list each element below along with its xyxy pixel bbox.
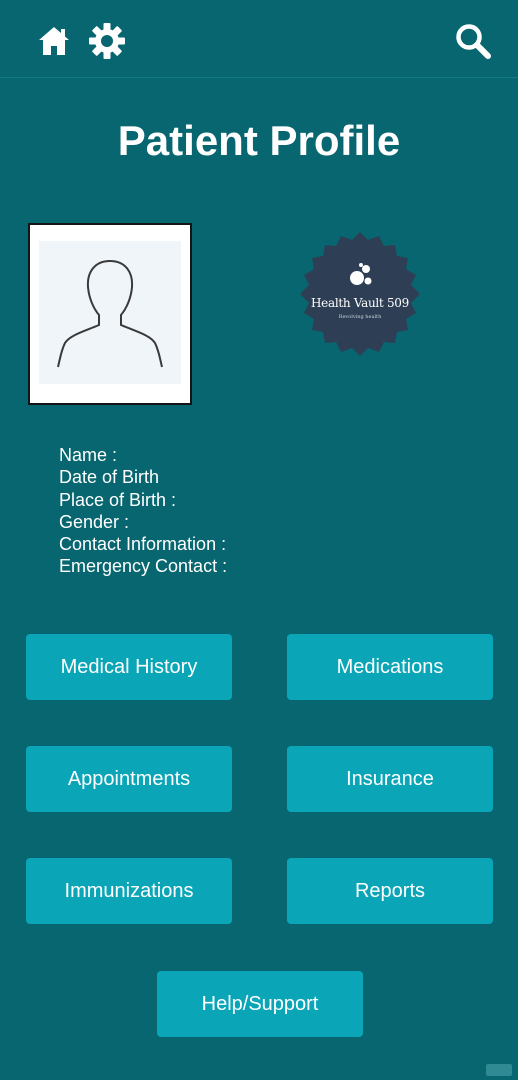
help-support-button[interactable]: Help/Support — [157, 971, 363, 1037]
contact-info-label: Contact Information : — [59, 534, 227, 555]
immunizations-button[interactable]: Immunizations — [26, 858, 232, 924]
search-icon — [456, 24, 491, 59]
emergency-contact-label: Emergency Contact : — [59, 556, 228, 577]
gear-icon — [89, 23, 125, 59]
settings-button[interactable] — [86, 20, 128, 62]
logo-name: Health Vault 509 — [311, 296, 409, 310]
gender-label: Gender : — [59, 511, 130, 532]
logo-badge — [300, 232, 420, 356]
place-of-birth-label: Place of Birth : — [59, 489, 177, 510]
photo-placeholder — [39, 241, 181, 384]
insurance-button[interactable]: Insurance — [287, 746, 493, 812]
profile-info: Name : Date of Birth Place of Birth : Ge… — [59, 444, 227, 578]
dob-label: Date of Birth — [59, 467, 160, 488]
logo-tagline: Revolving health — [338, 314, 382, 320]
name-label: Name : — [59, 445, 118, 465]
watermark — [486, 1064, 512, 1076]
reports-button[interactable]: Reports — [287, 858, 493, 924]
search-button[interactable] — [452, 20, 494, 62]
profile-photo[interactable] — [28, 223, 192, 405]
appointments-button[interactable]: Appointments — [26, 746, 232, 812]
user-silhouette-icon — [57, 260, 163, 368]
home-icon — [39, 27, 69, 55]
medications-button[interactable]: Medications — [287, 634, 493, 700]
home-button[interactable] — [34, 22, 74, 60]
health-vault-logo: Health Vault 509 Revolving health — [296, 230, 424, 358]
page-title: Patient Profile — [117, 117, 401, 164]
medical-history-button[interactable]: Medical History — [26, 634, 232, 700]
top-bar — [0, 0, 518, 78]
